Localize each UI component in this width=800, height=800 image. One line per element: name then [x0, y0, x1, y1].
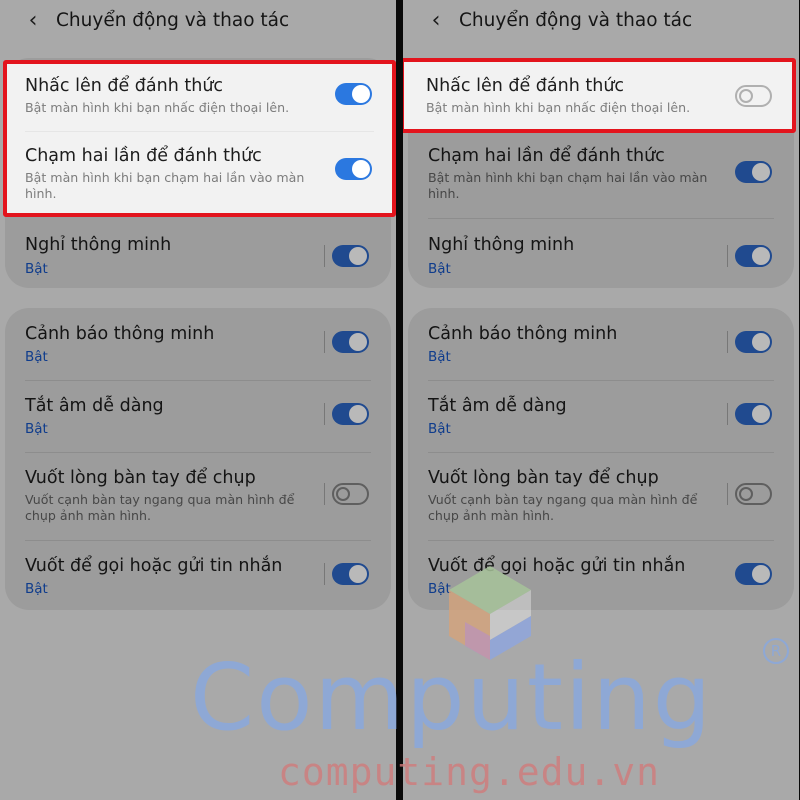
- toggle-switch[interactable]: [735, 331, 772, 353]
- vertical-separator: [324, 483, 325, 505]
- setting-description: Bật màn hình khi bạn nhấc điện thoại lên…: [25, 100, 290, 115]
- setting-title: Tắt âm dễ dàng: [428, 396, 567, 416]
- setting-status: Bật: [25, 581, 48, 597]
- toggle-switch[interactable]: [332, 331, 369, 353]
- setting-title: Tắt âm dễ dàng: [25, 396, 164, 416]
- toggle-switch[interactable]: [332, 245, 369, 267]
- toggle-knob: [739, 487, 753, 501]
- setting-title: Cảnh báo thông minh: [428, 324, 618, 344]
- setting-row-smart-alert[interactable]: Cảnh báo thông minh Bật: [5, 308, 391, 380]
- setting-status: Bật: [428, 349, 451, 365]
- toggle-switch[interactable]: [335, 83, 372, 105]
- setting-row-lift-to-wake[interactable]: Nhấc lên để đánh thức Bật màn hình khi b…: [7, 64, 392, 134]
- setting-description: Vuốt cạnh bàn tay ngang qua màn hình để …: [25, 492, 295, 523]
- toggle-switch[interactable]: [332, 483, 369, 505]
- toggle-knob: [752, 247, 770, 265]
- setting-title: Nghỉ thông minh: [428, 235, 575, 255]
- setting-title: Nghỉ thông minh: [25, 235, 172, 255]
- toggle-switch[interactable]: [735, 403, 772, 425]
- toggle-knob: [752, 405, 770, 423]
- toggle-switch[interactable]: [332, 403, 369, 425]
- setting-description: Vuốt cạnh bàn tay ngang qua màn hình để …: [428, 492, 698, 523]
- setting-title: Nhấc lên để đánh thức: [25, 76, 224, 96]
- setting-row-palm-swipe[interactable]: Vuốt lòng bàn tay để chụp Vuốt cạnh bàn …: [408, 452, 794, 540]
- toggle-switch[interactable]: [735, 483, 772, 505]
- setting-row-palm-swipe[interactable]: Vuốt lòng bàn tay để chụp Vuốt cạnh bàn …: [5, 452, 391, 540]
- toggle-knob: [739, 89, 753, 103]
- setting-title: Chạm hai lần để đánh thức: [428, 146, 665, 166]
- vertical-separator: [324, 331, 325, 353]
- vertical-separator: [324, 403, 325, 425]
- setting-status: Bật: [25, 261, 48, 277]
- setting-row-smart-stay[interactable]: Nghỉ thông minh Bật: [408, 210, 794, 288]
- toggle-knob: [752, 565, 770, 583]
- page-title: Chuyển động và thao tác: [56, 10, 290, 31]
- setting-status: Bật: [428, 581, 451, 597]
- setting-description: Bật màn hình khi bạn chạm hai lần vào mà…: [428, 170, 708, 201]
- vertical-separator: [324, 563, 325, 585]
- toggle-switch[interactable]: [735, 161, 772, 183]
- setting-status: Bật: [428, 261, 451, 277]
- setting-title: Vuốt để gọi hoặc gửi tin nhắn: [428, 556, 686, 576]
- toggle-switch[interactable]: [332, 563, 369, 585]
- setting-status: Bật: [25, 349, 48, 365]
- toggle-knob: [349, 405, 367, 423]
- toggle-switch[interactable]: [735, 245, 772, 267]
- setting-row-lift-to-wake[interactable]: Nhấc lên để đánh thức Bật màn hình khi b…: [404, 62, 792, 130]
- setting-status: Bật: [25, 421, 48, 437]
- setting-row-swipe-call[interactable]: Vuốt để gọi hoặc gửi tin nhắn Bật: [408, 540, 794, 610]
- highlight-box: Nhấc lên để đánh thức Bật màn hình khi b…: [3, 60, 396, 217]
- setting-row-easy-mute[interactable]: Tắt âm dễ dàng Bật: [5, 380, 391, 452]
- setting-title: Chạm hai lần để đánh thức: [25, 146, 262, 166]
- vertical-separator: [727, 245, 728, 267]
- toggle-knob: [352, 85, 370, 103]
- toggle-knob: [752, 333, 770, 351]
- toggle-knob: [349, 565, 367, 583]
- setting-title: Vuốt để gọi hoặc gửi tin nhắn: [25, 556, 283, 576]
- toggle-knob: [336, 487, 350, 501]
- toggle-knob: [352, 160, 370, 178]
- setting-row-easy-mute[interactable]: Tắt âm dễ dàng Bật: [408, 380, 794, 452]
- toggle-knob: [349, 247, 367, 265]
- setting-title: Cảnh báo thông minh: [25, 324, 215, 344]
- chevron-left-icon[interactable]: ‹: [425, 8, 447, 34]
- header: ‹ Chuyển động và thao tác: [0, 0, 396, 44]
- setting-status: Bật: [428, 421, 451, 437]
- toggle-knob: [752, 163, 770, 181]
- setting-title: Vuốt lòng bàn tay để chụp: [428, 468, 659, 488]
- settings-card-bottom: Cảnh báo thông minh Bật Tắt âm dễ dàng B…: [408, 308, 794, 610]
- chevron-left-icon[interactable]: ‹: [22, 8, 44, 34]
- setting-row-double-tap-to-wake[interactable]: Chạm hai lần để đánh thức Bật màn hình k…: [7, 132, 392, 217]
- toggle-knob: [349, 333, 367, 351]
- vertical-separator: [324, 245, 325, 267]
- toggle-switch[interactable]: [735, 85, 772, 107]
- setting-row-smart-alert[interactable]: Cảnh báo thông minh Bật: [408, 308, 794, 380]
- vertical-separator: [727, 331, 728, 353]
- setting-row-double-tap-to-wake[interactable]: Chạm hai lần để đánh thức Bật màn hình k…: [408, 130, 794, 212]
- setting-description: Bật màn hình khi bạn nhấc điện thoại lên…: [426, 100, 691, 115]
- header: ‹ Chuyển động và thao tác: [403, 0, 799, 44]
- settings-card-bottom: Cảnh báo thông minh Bật Tắt âm dễ dàng B…: [5, 308, 391, 610]
- highlight-box: Nhấc lên để đánh thức Bật màn hình khi b…: [403, 58, 796, 133]
- toggle-switch[interactable]: [735, 563, 772, 585]
- right-screenshot-panel: ‹ Chuyển động và thao tác Chạm hai lần đ…: [403, 0, 799, 800]
- toggle-switch[interactable]: [335, 158, 372, 180]
- setting-description: Bật màn hình khi bạn chạm hai lần vào mà…: [25, 170, 305, 201]
- vertical-separator: [727, 403, 728, 425]
- setting-row-smart-stay[interactable]: Nghỉ thông minh Bật: [5, 210, 391, 288]
- left-screenshot-panel: ‹ Chuyển động và thao tác Nghỉ thông min…: [0, 0, 396, 800]
- page-title: Chuyển động và thao tác: [459, 10, 693, 31]
- setting-title: Vuốt lòng bàn tay để chụp: [25, 468, 256, 488]
- vertical-separator: [727, 483, 728, 505]
- setting-row-swipe-call[interactable]: Vuốt để gọi hoặc gửi tin nhắn Bật: [5, 540, 391, 610]
- setting-title: Nhấc lên để đánh thức: [426, 76, 625, 96]
